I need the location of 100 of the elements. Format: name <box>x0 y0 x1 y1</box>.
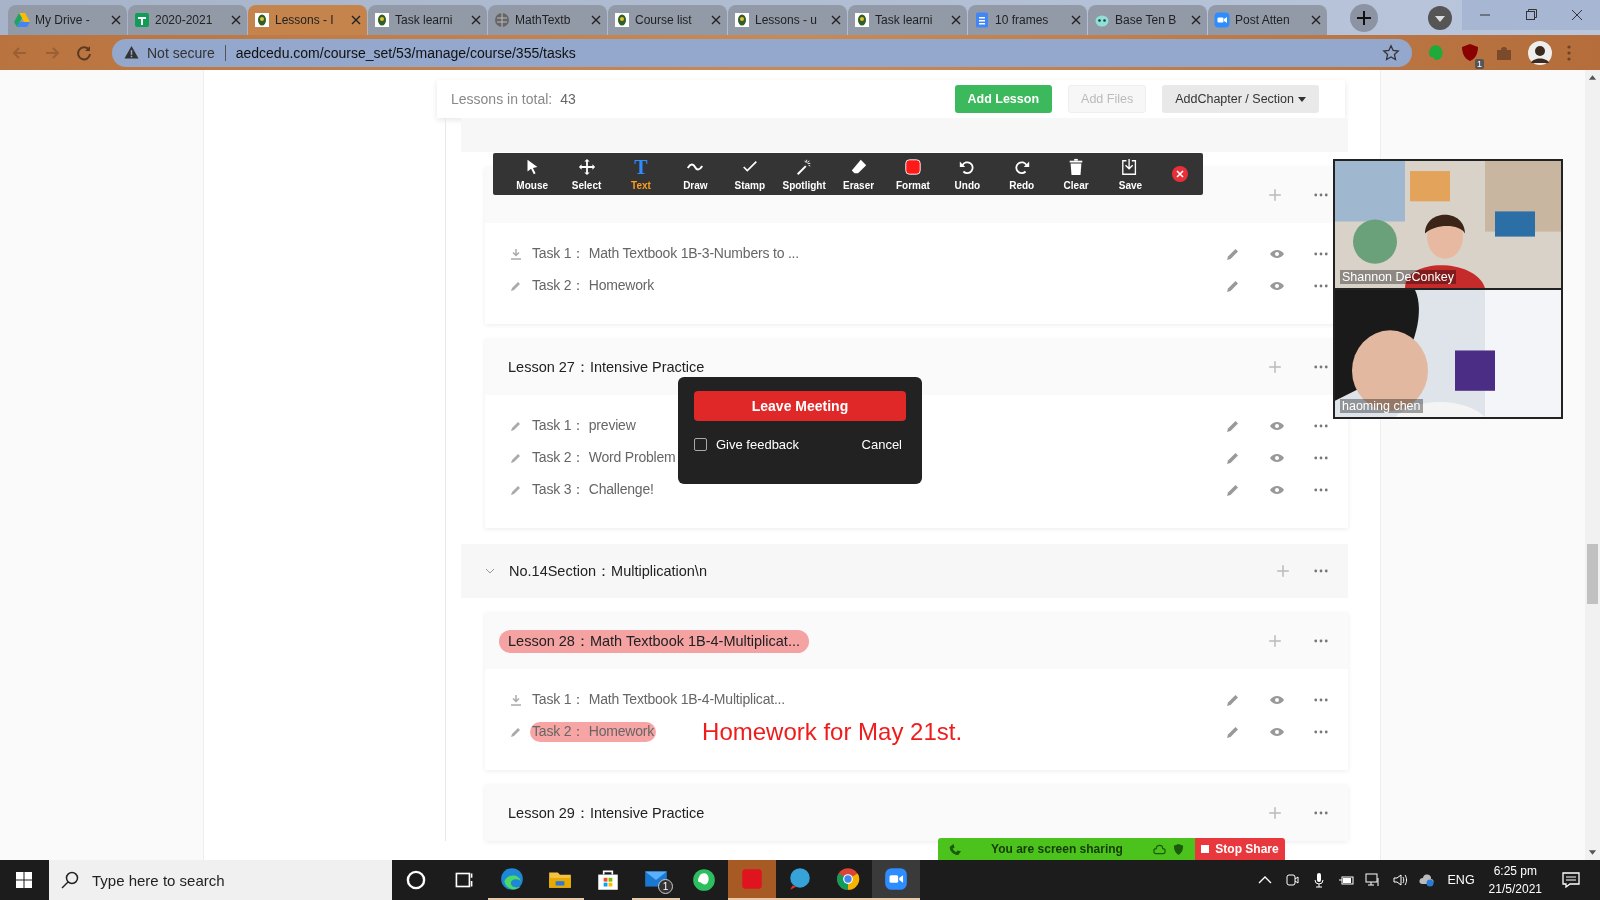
close-icon[interactable] <box>1171 166 1188 182</box>
zoom-taskbar-button[interactable] <box>872 860 920 900</box>
add-chapter-dropdown[interactable]: AddChapter / Section <box>1162 85 1319 113</box>
mail-taskbar-button[interactable]: 1 <box>632 860 680 900</box>
browser-tab[interactable]: Course list <box>608 5 727 35</box>
windows-start-icon[interactable] <box>16 872 32 888</box>
draw-tool-button[interactable]: Draw <box>668 153 723 195</box>
close-tab-icon[interactable] <box>951 15 961 25</box>
task-title[interactable]: Task 1： Math Textbook 1B-3-Numbers to ... <box>530 244 801 264</box>
text-tool-button[interactable]: T Text <box>613 153 669 195</box>
clear-tool-button[interactable]: Clear <box>1048 153 1104 195</box>
lesson-title: Lesson 27：Intensive Practice <box>507 357 706 377</box>
lesson-title: Lesson 29：Intensive Practice <box>507 803 706 823</box>
shield-extension-icon[interactable] <box>1460 42 1480 63</box>
eye-icon[interactable] <box>1270 419 1284 433</box>
eye-icon[interactable] <box>1270 483 1284 497</box>
browser-tab[interactable]: Task learni <box>848 5 967 35</box>
itutor-app-icon <box>739 866 765 892</box>
profile-avatar-icon[interactable] <box>1528 40 1552 65</box>
browser-tab[interactable]: Task learni <box>368 5 487 35</box>
close-tab-icon[interactable] <box>231 15 241 25</box>
select-tool-button[interactable]: Select <box>559 153 614 195</box>
chevron-down-icon[interactable] <box>485 568 495 574</box>
search-icon <box>61 871 79 889</box>
tab-favicon-icon <box>974 12 990 28</box>
edit-icon[interactable] <box>1226 725 1240 739</box>
eye-icon[interactable] <box>1270 693 1284 707</box>
task-title[interactable]: Task 3： Challenge! <box>530 480 656 500</box>
browser-tab[interactable]: Post Atten <box>1208 5 1327 35</box>
eye-icon[interactable] <box>1270 279 1284 293</box>
task-title[interactable]: Task 1： Math Textbook 1B-4-Multiplicat... <box>530 690 787 710</box>
download-icon <box>510 694 522 706</box>
tab-favicon-icon <box>614 12 630 28</box>
cloud-icon[interactable] <box>1153 842 1166 856</box>
leave-meeting-button[interactable]: Leave Meeting <box>694 391 906 421</box>
scrollbar-thumb[interactable] <box>1587 544 1598 604</box>
edit-icon[interactable] <box>1226 451 1240 465</box>
close-tab-icon[interactable] <box>591 15 601 25</box>
eraser-tool-button[interactable]: Eraser <box>831 153 886 195</box>
cloud-sync-icon[interactable] <box>1418 872 1435 888</box>
language-indicator[interactable]: ENG <box>1447 873 1475 887</box>
eye-icon[interactable] <box>1270 247 1284 261</box>
tutor-app-icon <box>787 866 813 892</box>
close-tab-icon[interactable] <box>111 15 121 25</box>
close-tab-icon[interactable] <box>1311 15 1321 25</box>
task-title[interactable]: Task 2： Homework <box>530 276 657 296</box>
eye-icon[interactable] <box>1270 725 1284 739</box>
section-row[interactable]: No.14Section：Multiplication\n <box>461 544 1348 598</box>
edit-icon[interactable] <box>1226 247 1240 261</box>
bookmark-star-icon[interactable] <box>1382 43 1400 62</box>
save-tool-button[interactable]: Save <box>1103 153 1158 195</box>
handwritten-annotation: Homework for May 21st. <box>702 718 963 746</box>
close-tab-icon[interactable] <box>1071 15 1081 25</box>
stop-share-button[interactable]: Stop Share <box>1195 838 1285 860</box>
task-title[interactable]: Task 1： preview <box>530 416 638 436</box>
browser-tab[interactable]: Lessons - I <box>248 5 367 35</box>
checkbox-label[interactable]: Give feedback <box>716 437 800 452</box>
taskbar-search-field[interactable]: Type here to search <box>49 860 392 900</box>
edit-icon[interactable] <box>1226 279 1240 293</box>
address-field[interactable]: Not secure aedcedu.com/course_set/53/manage/course/355/tasks <box>112 38 1412 67</box>
undo-tool-button[interactable]: Undo <box>940 153 995 195</box>
close-tab-icon[interactable] <box>471 15 481 25</box>
stamp-tool-button[interactable]: Stamp <box>722 153 777 195</box>
browser-tab[interactable]: 10 frames <box>968 5 1087 35</box>
eye-icon[interactable] <box>1270 451 1284 465</box>
format-icon <box>903 157 922 176</box>
extension-badge: 1 <box>1475 58 1484 69</box>
notifications-icon[interactable] <box>1562 871 1580 889</box>
cancel-button[interactable]: Cancel <box>859 437 904 452</box>
new-tab-icon[interactable] <box>1350 4 1378 32</box>
browser-tab[interactable]: My Drive - <box>8 5 127 35</box>
browser-tab[interactable]: Lessons - u <box>728 5 847 35</box>
scroll-up-icon[interactable] <box>1588 74 1597 80</box>
phone-icon[interactable] <box>948 842 961 856</box>
format-tool-button[interactable]: Format <box>885 153 941 195</box>
redo-tool-button[interactable]: Redo <box>994 153 1049 195</box>
camera-icon[interactable] <box>1283 872 1300 888</box>
spotlight-tool-button[interactable]: Spotlight <box>776 153 832 195</box>
tab-favicon-icon <box>854 12 870 28</box>
close-tab-icon[interactable] <box>1191 15 1201 25</box>
close-tab-icon[interactable] <box>831 15 841 25</box>
browser-tab[interactable]: Base Ten B <box>1088 5 1207 35</box>
scroll-down-icon[interactable] <box>1588 850 1597 856</box>
give-feedback-checkbox[interactable] <box>694 438 707 451</box>
edit-icon[interactable] <box>1226 483 1240 497</box>
mouse-tool-button[interactable]: Mouse <box>505 153 560 195</box>
edit-icon[interactable] <box>1226 419 1240 433</box>
task-title[interactable]: Task 2： Word Problem <box>530 448 678 468</box>
scrollbar[interactable] <box>1585 70 1600 860</box>
tab-favicon-icon <box>374 12 390 28</box>
close-tab-icon[interactable] <box>351 15 361 25</box>
speaker-icon[interactable] <box>1391 872 1408 888</box>
screen-sharing-bar: You are screen sharing <box>938 838 1195 860</box>
tab-search-icon[interactable] <box>1428 6 1452 30</box>
browser-tab[interactable]: 2020-2021 <box>128 5 247 35</box>
close-tab-icon[interactable] <box>711 15 721 25</box>
clock[interactable]: 6:25 pm 21/5/2021 <box>1488 862 1542 898</box>
network-icon[interactable] <box>1364 872 1381 888</box>
edit-icon[interactable] <box>1226 693 1240 707</box>
browser-tab[interactable]: MathTextb <box>488 5 607 35</box>
